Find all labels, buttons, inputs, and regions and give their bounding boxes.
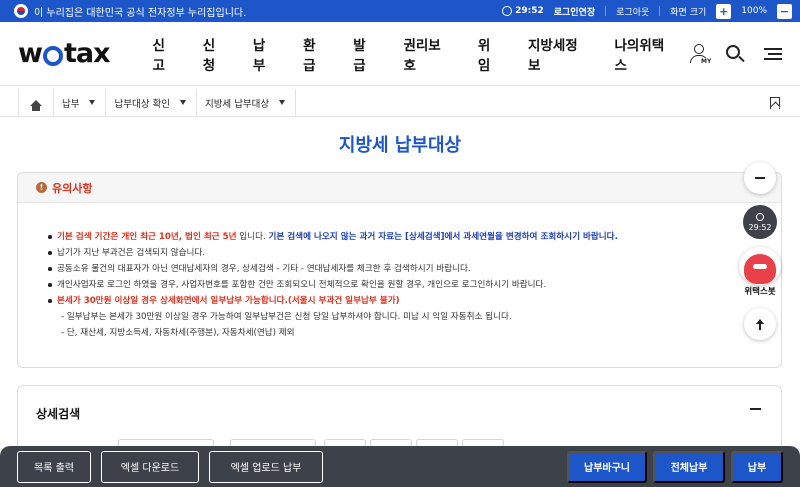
site-header: w tax 신고 신청 납부 환급 발급 권리보호 위임 지방세정보 나의위택스 … — [0, 22, 800, 86]
notice-header: ! 유의사항 — [18, 173, 781, 203]
login-extend-button[interactable]: 로그인연장 — [554, 5, 595, 18]
bottom-action-bar: 목록 출력 엑셀 다운로드 엑셀 업로드 납부 납부바구니 전체납부 납부 — [0, 446, 800, 487]
notice-subitem: - 단, 재산세, 지방소득세, 자동차세(주행분), 자동차세(연납) 제외 — [61, 328, 295, 338]
pay-all-button[interactable]: 전체납부 — [653, 450, 725, 483]
nav-item-delegate[interactable]: 위임 — [465, 34, 515, 74]
wetax-chatbot[interactable]: 위택스봇 — [735, 247, 785, 301]
floating-timer-value: 29:52 — [748, 222, 772, 232]
notice-item: 기본 검색 기간은 개인 최근 10년, 법인 최근 5년 입니다. 기본 검색… — [48, 229, 781, 245]
nav-item-apply[interactable]: 신청 — [190, 34, 240, 74]
notice-emphasis: 본세가 30만원 이상일 경우 상세화면에서 일부납부 가능합니다.(서울시 부… — [57, 296, 400, 306]
divider — [605, 6, 607, 16]
collapse-toggle-icon[interactable] — [750, 408, 761, 410]
detail-search-title: 상세검색 — [36, 407, 81, 421]
breadcrumb-label: 납부 — [62, 98, 80, 110]
notice-item: 개인사업자로 로그인 하였을 경우, 사업자번호를 포함한 건만 조회되오니 전… — [48, 277, 781, 293]
nav-item-localtax-info[interactable]: 지방세정보 — [515, 34, 601, 74]
breadcrumb-item-pay[interactable]: 납부 — [54, 88, 107, 117]
notice-item: 공동소유 물건의 대표자가 아닌 연대납세자의 경우, 상세검색 - 기타 - … — [48, 261, 781, 277]
payment-cart-button[interactable]: 납부바구니 — [567, 450, 647, 483]
korea-flag-icon — [14, 4, 28, 18]
notice-title: 유의사항 — [52, 181, 93, 195]
chevron-down-icon — [179, 100, 186, 105]
zoom-value: 100% — [741, 6, 767, 16]
notice-item: 본세가 30만원 이상일 경우 상세화면에서 일부납부 가능합니다.(서울시 부… — [48, 293, 781, 309]
main-nav: 신고 신청 납부 환급 발급 권리보호 위임 지방세정보 나의위택스 — [140, 34, 689, 74]
nav-item-rights[interactable]: 권리보호 — [390, 34, 464, 74]
notice-emphasis: 기본 검색에 나오지 않는 과거 자료는 [상세검색]에서 과세연월을 변경하여… — [268, 232, 618, 242]
chevron-down-icon — [89, 100, 96, 105]
logo-prefix: w — [18, 38, 43, 69]
logout-button[interactable]: 로그아웃 — [616, 5, 649, 18]
breadcrumb-item-pay-check[interactable]: 납부대상 확인 — [106, 88, 197, 117]
zoom-in-button[interactable]: + — [716, 3, 732, 19]
notice-box: ! 유의사항 기본 검색 기간은 개인 최근 10년, 법인 최근 5년 입니다… — [17, 172, 782, 368]
wetax-logo[interactable]: w tax — [18, 38, 110, 69]
nav-item-pay[interactable]: 납부 — [240, 34, 290, 74]
gov-banner: 이 누리집은 대한민국 공식 전자정부 누리집입니다. 29:52 로그인연장 … — [0, 0, 800, 22]
pay-button[interactable]: 납부 — [731, 450, 783, 483]
bookmark-icon[interactable] — [770, 96, 780, 109]
nav-item-refund[interactable]: 환급 — [290, 34, 340, 74]
print-list-button[interactable]: 목록 출력 — [17, 450, 91, 483]
breadcrumb-label: 납부대상 확인 — [114, 98, 170, 110]
notice-subitem: - 일부납부는 본세가 30만원 이상일 경우 가능하여 일부납부건은 신청 당… — [61, 312, 512, 322]
divider — [659, 6, 661, 16]
floating-timer[interactable]: 29:52 — [743, 205, 777, 239]
scroll-top-button[interactable] — [744, 308, 776, 340]
chatbot-icon — [739, 247, 781, 285]
excel-download-button[interactable]: 엑셀 다운로드 — [101, 450, 199, 483]
excel-upload-pay-button[interactable]: 엑셀 업로드 납부 — [209, 450, 323, 483]
session-timer: 29:52 — [502, 6, 544, 16]
home-icon — [30, 99, 42, 111]
header-utilities: MY — [688, 43, 800, 65]
clock-icon — [502, 6, 513, 16]
chevron-down-icon — [279, 100, 286, 105]
gov-banner-text: 이 누리집은 대한민국 공식 전자정부 누리집입니다. — [34, 7, 247, 19]
my-page-icon[interactable]: MY — [688, 43, 712, 65]
breadcrumb: 납부 납부대상 확인 지방세 납부대상 — [0, 88, 800, 117]
minus-icon — [755, 177, 765, 179]
page-title: 지방세 납부대상 — [338, 135, 462, 156]
notice-item: 납기가 지난 부과건은 검색되지 않습니다. — [48, 245, 781, 261]
hamburger-menu-icon[interactable] — [760, 43, 782, 65]
nav-item-my-wetax[interactable]: 나의위택스 — [602, 34, 688, 74]
nav-item-issue[interactable]: 발급 — [340, 34, 390, 74]
my-label: MY — [701, 57, 712, 65]
notice-text: 입니다. — [236, 232, 269, 242]
logo-circle-icon — [42, 45, 63, 66]
notice-emphasis: 기본 검색 기간은 개인 최근 10년, 법인 최근 5년 — [57, 232, 237, 242]
warning-icon: ! — [36, 182, 47, 193]
notice-list: 기본 검색 기간은 개인 최근 10년, 법인 최근 5년 입니다. 기본 검색… — [18, 203, 781, 341]
chatbot-label: 위택스봇 — [744, 287, 776, 297]
session-timer-value: 29:52 — [515, 6, 544, 16]
session-controls: 29:52 로그인연장 로그아웃 화면 크기 + 100% − — [502, 3, 800, 19]
search-icon[interactable] — [724, 43, 746, 65]
nav-item-report[interactable]: 신고 — [140, 34, 190, 74]
breadcrumb-item-localtax-target[interactable]: 지방세 납부대상 — [197, 88, 297, 117]
collapse-button[interactable] — [744, 162, 776, 194]
logo-suffix: tax — [63, 38, 111, 69]
zoom-label: 화면 크기 — [670, 7, 707, 18]
zoom-out-button[interactable]: − — [777, 3, 792, 19]
arrow-up-icon — [756, 318, 764, 330]
clock-icon — [756, 212, 764, 221]
breadcrumb-label: 지방세 납부대상 — [204, 98, 270, 110]
home-button[interactable] — [18, 88, 54, 117]
